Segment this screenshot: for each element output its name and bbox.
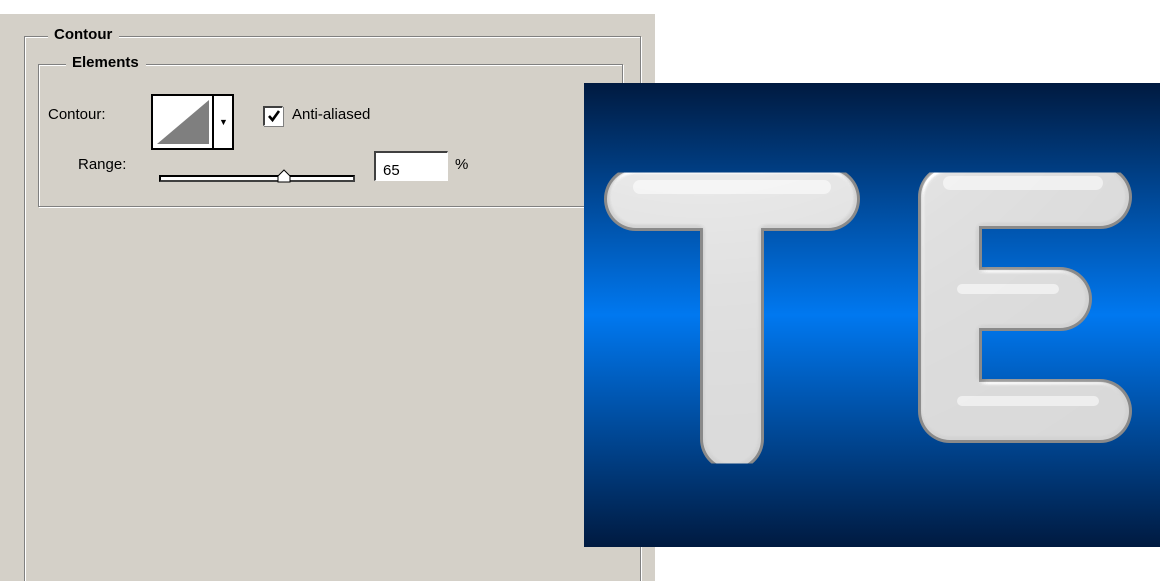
contour-picker[interactable]: ▼: [151, 94, 234, 150]
preview-canvas: [584, 83, 1160, 547]
contour-section-title: Contour: [48, 26, 120, 44]
elements-group: [38, 64, 623, 207]
contour-picker-divider: [212, 96, 214, 148]
text-effect-preview: [584, 83, 1160, 547]
range-unit-label: %: [455, 156, 469, 173]
layer-style-panel: Contour Elements Contour: ▼ Anti-aliased…: [0, 14, 655, 581]
range-label: Range:: [78, 156, 127, 173]
range-value-input[interactable]: [374, 151, 448, 181]
checkmark-icon: [268, 110, 281, 123]
elements-group-title: Elements: [66, 54, 146, 72]
anti-aliased-label: Anti-aliased: [292, 106, 371, 123]
range-slider-thumb[interactable]: [277, 169, 291, 183]
range-slider-track[interactable]: [159, 175, 355, 182]
anti-aliased-checkbox[interactable]: [263, 106, 283, 126]
contour-label: Contour:: [48, 106, 106, 123]
chevron-down-icon[interactable]: ▼: [219, 118, 228, 127]
screenshot-stage: Contour Elements Contour: ▼ Anti-aliased…: [0, 0, 1160, 581]
contour-curve-preview[interactable]: [157, 100, 209, 144]
